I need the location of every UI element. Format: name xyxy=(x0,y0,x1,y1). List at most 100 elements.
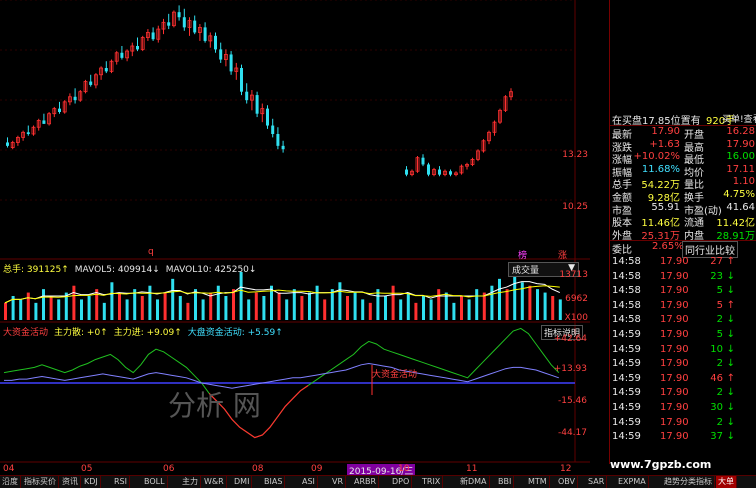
indicator-tabbar[interactable]: 沿度 指标买价 资讯 KDJ RSI BOLL 主力 W&R DMI BIAS ASI VR ARBR D… xyxy=(0,475,756,488)
quote-title-right[interactable]: 买单!查看详细 xyxy=(722,112,756,125)
indicator-tab[interactable]: EXPMA xyxy=(616,476,649,488)
volume-bar xyxy=(513,272,517,320)
indicator-tab[interactable]: BOLL xyxy=(142,476,168,488)
tick-cell: 17.90 xyxy=(660,416,689,428)
indicator-tab[interactable]: 指标买价 xyxy=(22,476,59,488)
quote-title[interactable]: 在买盘17.85位置有 920手 买单!查看详细 xyxy=(610,112,756,127)
volume-bar xyxy=(110,282,114,320)
indicator-tab[interactable]: 沿度 xyxy=(0,476,21,488)
volume-bar xyxy=(247,299,251,320)
quote-cell: 4.75% xyxy=(723,189,755,200)
indicator-tab[interactable]: BBI xyxy=(496,476,515,488)
volume-bar xyxy=(399,299,403,320)
tick-cell: 10 xyxy=(710,343,723,355)
volume-bar xyxy=(156,299,159,320)
candle-body xyxy=(6,142,9,146)
volume-bar xyxy=(102,302,106,320)
indicator-tab[interactable]: KDJ xyxy=(82,476,101,488)
quote-cell: 17.90 xyxy=(726,138,755,150)
quote-row: 总手 54.22万 量比 1.10 xyxy=(610,176,756,191)
indicator-tab[interactable]: SAR xyxy=(586,476,608,488)
indicator-tab[interactable]: 大单 xyxy=(716,476,737,488)
quote-panel: 在买盘17.85位置有 920手 买单!查看详细 最新17.90开盘16.28涨… xyxy=(609,0,756,464)
volume-bar xyxy=(224,296,228,320)
arrow-down-icon: ↓ xyxy=(726,270,735,282)
volume-bar xyxy=(482,292,486,320)
tick-cell: 14:58 xyxy=(612,285,641,297)
quote-row: 振幅 11.68% 均价 17.11 xyxy=(610,163,756,179)
arrow-down-icon: ↓ xyxy=(726,329,735,340)
volume-bar xyxy=(125,299,129,320)
indicator-tab[interactable]: DPO xyxy=(390,476,413,488)
candle-body xyxy=(73,96,77,101)
price-marker: q xyxy=(148,247,154,257)
candle-body xyxy=(281,145,285,150)
indicator-tab[interactable]: ASI xyxy=(300,476,318,488)
indicator-tab[interactable]: MTM xyxy=(526,476,550,488)
volume-bar xyxy=(57,299,61,320)
date-axis-3: 08 xyxy=(252,464,264,474)
indicator-tab[interactable]: OBV xyxy=(556,476,579,488)
indicator-tab[interactable]: DMI xyxy=(232,476,253,488)
volume-bar xyxy=(201,299,205,320)
indicator-tab[interactable]: VR xyxy=(330,476,347,488)
quote-cell: 41.64 xyxy=(726,201,755,213)
candle-body xyxy=(245,91,249,101)
tick-cell: 14:58 xyxy=(612,314,641,326)
flow-axis-3: -15.46 xyxy=(557,396,587,406)
volume-bar xyxy=(194,289,197,320)
tick-cell: 17.90 xyxy=(660,270,689,282)
arrow-down-icon: ↓ xyxy=(726,431,735,443)
indicator-tab[interactable]: TRIX xyxy=(420,476,444,488)
tick-row: 14:59 17.90 2 ↓ xyxy=(610,417,756,432)
volume-bar xyxy=(178,296,182,320)
indicator-tab[interactable]: W&R xyxy=(202,476,227,488)
candle-body xyxy=(26,132,30,134)
tick-cell: 17.90 xyxy=(660,256,689,267)
candle-body xyxy=(271,125,275,134)
arrow-down-icon: ↓ xyxy=(726,416,735,428)
volume-bar xyxy=(505,289,509,320)
volume-bar xyxy=(490,285,494,320)
tick-cell: 14:59 xyxy=(612,358,641,370)
flow-annotation: 大资金活动 xyxy=(372,370,418,380)
candle-body xyxy=(120,52,124,58)
quote-row: 最新 17.90 开盘 16.28 xyxy=(610,126,756,141)
rank-button[interactable]: 榜 xyxy=(518,248,527,261)
indicator-tab[interactable]: 资讯 xyxy=(60,476,81,488)
candle-body xyxy=(449,171,452,175)
tick-cell: 14:58 xyxy=(612,299,641,311)
date-axis-6: 11 xyxy=(466,464,478,474)
rise-button[interactable]: 涨 xyxy=(558,248,567,261)
indicator-tab[interactable]: RSI xyxy=(112,476,130,488)
volume-bar xyxy=(262,296,266,320)
quote-cell: 11.68% xyxy=(641,163,680,175)
indicator-tab[interactable]: ARBR xyxy=(352,476,380,488)
quote-cell: 16.28 xyxy=(726,126,755,137)
arrow-up-icon: ↑ xyxy=(726,299,735,311)
weibi-label: 委比 xyxy=(612,245,632,256)
candle-body xyxy=(214,35,217,50)
indicator-tab[interactable]: 主力 xyxy=(180,476,201,488)
flow-axis-2: +13.93 xyxy=(553,364,587,374)
indicator-select-value: 成交量 xyxy=(512,266,540,276)
tick-row: 14:59 17.90 37 ↓ xyxy=(610,431,756,446)
volume-bar xyxy=(216,285,220,320)
volume-bar xyxy=(209,292,213,320)
price-axis-1: 13.23 xyxy=(562,150,588,160)
volume-bar xyxy=(338,282,342,320)
kline-chart[interactable] xyxy=(0,0,590,464)
candle-body xyxy=(167,22,171,26)
tick-cell: 5 xyxy=(716,285,723,297)
volume-bar xyxy=(49,296,53,320)
indicator-tab[interactable]: BIAS xyxy=(262,476,286,488)
flow-legend: 大资金活动 主力散: +0↑ 主力进: +9.09↑ 大盘资金活动: +5.59↑ xyxy=(3,325,289,338)
volume-bar xyxy=(133,289,137,320)
date-axis-1: 05 xyxy=(81,464,93,474)
chart-area[interactable]: q 总手: 391125↑ MAVOL5: 409914↓ MAVOL10: 425… xyxy=(0,0,590,477)
tick-row: 14:59 17.90 10 ↓ xyxy=(610,344,756,359)
arrow-down-icon: ↓ xyxy=(726,285,735,297)
volume-bar xyxy=(254,292,258,320)
indicator-tab[interactable]: 新DMA xyxy=(458,476,490,488)
indicator-tab[interactable]: 趋势分类指标 xyxy=(662,476,715,488)
